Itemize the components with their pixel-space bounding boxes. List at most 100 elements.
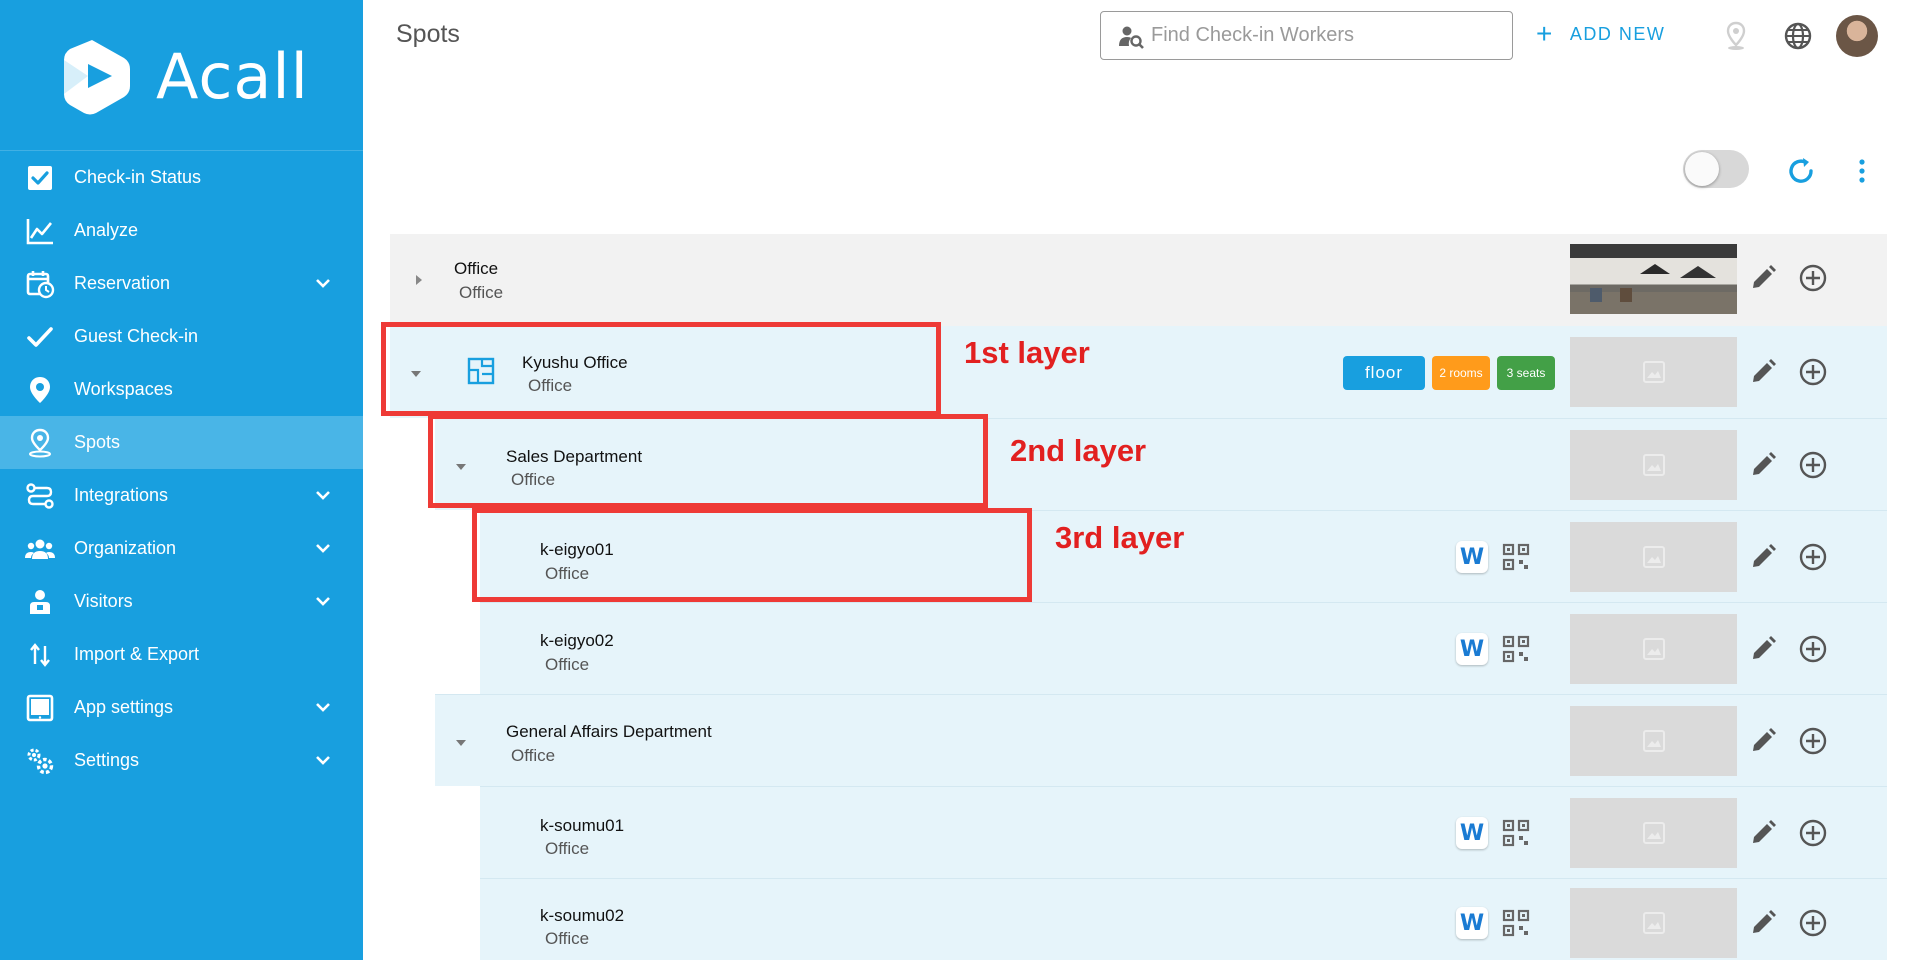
add-circle-icon[interactable]	[1798, 818, 1828, 848]
w-app-icon[interactable]: W	[1456, 907, 1488, 939]
image-placeholder	[1570, 614, 1737, 684]
sidebar-item-label: Guest Check-in	[74, 326, 199, 346]
image-placeholder	[1570, 337, 1737, 407]
sidebar-item-label: Visitors	[74, 591, 133, 611]
sidebar-item-label: Check-in Status	[74, 167, 202, 187]
chevron-down-icon[interactable]	[313, 538, 333, 558]
acall-logo[interactable]: Acall	[62, 36, 309, 116]
layer1-annotation: 1st layer	[964, 335, 1090, 370]
edit-pencil-icon[interactable]	[1749, 635, 1777, 663]
qr-code-icon[interactable]	[1502, 909, 1530, 937]
page-title: Spots	[396, 20, 460, 48]
edit-pencil-icon[interactable]	[1749, 727, 1777, 755]
location-icon[interactable]	[1720, 20, 1752, 52]
chevron-down-icon[interactable]	[313, 273, 333, 293]
caret-down-icon[interactable]	[453, 735, 469, 751]
rooms-badge[interactable]: 2 rooms	[1432, 356, 1490, 390]
image-icon	[1642, 454, 1665, 476]
chevron-down-icon[interactable]	[313, 485, 333, 505]
search-box[interactable]	[1100, 11, 1513, 60]
edit-pencil-icon[interactable]	[1749, 819, 1777, 847]
chevron-down-icon[interactable]	[313, 750, 333, 770]
image-icon	[1642, 638, 1665, 660]
layer3-highlight-box	[472, 508, 1032, 602]
w-app-icon[interactable]: W	[1456, 633, 1488, 665]
sidebar-item-visitors[interactable]: Visitors	[0, 575, 363, 628]
user-avatar[interactable]	[1836, 15, 1878, 57]
tree-row-general-affairs-department[interactable]: General Affairs Department Office	[435, 694, 1887, 786]
sidebar-item-label: Spots	[74, 432, 121, 452]
w-app-icon[interactable]: W	[1456, 541, 1488, 573]
checkbox-icon	[24, 162, 56, 194]
image-icon	[1642, 822, 1665, 844]
row-title: Office	[454, 259, 499, 278]
tree-row-k-soumu01[interactable]: k-soumu01 Office W	[480, 786, 1887, 878]
app-name: Acall	[156, 39, 309, 113]
add-circle-icon[interactable]	[1798, 726, 1828, 756]
chevron-down-icon[interactable]	[313, 591, 333, 611]
line-chart-icon	[24, 215, 56, 247]
more-vertical-icon[interactable]	[1850, 154, 1874, 188]
caret-right-icon[interactable]	[411, 272, 427, 288]
search-input[interactable]	[1151, 24, 1491, 47]
view-toggle[interactable]	[1683, 150, 1749, 188]
add-circle-icon[interactable]	[1798, 542, 1828, 572]
add-circle-icon[interactable]	[1798, 450, 1828, 480]
tree-row-office[interactable]: Office Office	[390, 234, 1887, 326]
sidebar-item-spots[interactable]: Spots	[0, 416, 363, 469]
image-placeholder	[1570, 888, 1737, 958]
edit-pencil-icon[interactable]	[1749, 543, 1777, 571]
row-title: k-soumu02	[540, 906, 625, 925]
add-circle-icon[interactable]	[1798, 263, 1828, 293]
edit-pencil-icon[interactable]	[1749, 358, 1777, 386]
qr-code-icon[interactable]	[1502, 635, 1530, 663]
edit-pencil-icon[interactable]	[1749, 909, 1777, 937]
layer3-annotation: 3rd layer	[1055, 520, 1185, 555]
sidebar-item-label: App settings	[74, 697, 174, 717]
add-circle-icon[interactable]	[1798, 908, 1828, 938]
seats-badge[interactable]: 3 seats	[1497, 356, 1555, 390]
qr-code-icon[interactable]	[1502, 819, 1530, 847]
sidebar-item-label: Workspaces	[74, 379, 173, 399]
sidebar-item-integrations[interactable]: Integrations	[0, 469, 363, 522]
edit-pencil-icon[interactable]	[1749, 451, 1777, 479]
image-placeholder	[1570, 430, 1737, 500]
person-search-icon	[1119, 26, 1144, 49]
w-app-icon[interactable]: W	[1456, 817, 1488, 849]
image-placeholder	[1570, 798, 1737, 868]
add-circle-icon[interactable]	[1798, 634, 1828, 664]
integration-icon	[24, 480, 56, 512]
sidebar-item-settings[interactable]: Settings	[0, 734, 363, 787]
sidebar-item-organization[interactable]: Organization	[0, 522, 363, 575]
spot-photo	[1570, 244, 1737, 314]
tree-row-k-eigyo02[interactable]: k-eigyo02 Office W	[480, 602, 1887, 694]
sidebar-item-check-in-status[interactable]: Check-in Status	[0, 151, 363, 204]
sidebar-item-workspaces[interactable]: Workspaces	[0, 363, 363, 416]
tree-row-k-soumu02[interactable]: k-soumu02 Office W	[480, 878, 1887, 960]
image-icon	[1642, 546, 1665, 568]
row-title: k-eigyo02	[540, 631, 614, 650]
sidebar-item-label: Integrations	[74, 485, 169, 505]
sidebar-item-label: Import & Export	[74, 644, 200, 664]
row-title: General Affairs Department	[506, 722, 712, 741]
qr-code-icon[interactable]	[1502, 543, 1530, 571]
chevron-down-icon[interactable]	[313, 697, 333, 717]
floor-badge[interactable]: floor	[1343, 356, 1425, 390]
edit-pencil-icon[interactable]	[1749, 264, 1777, 292]
location-pin-icon	[24, 374, 56, 406]
sidebar-item-label: Analyze	[74, 220, 139, 240]
sidebar-item-import-export[interactable]: Import & Export	[0, 628, 363, 681]
sidebar-item-label: Settings	[74, 750, 140, 770]
add-new-button[interactable]: + ADD NEW	[1536, 20, 1665, 48]
sidebar-item-label: Reservation	[74, 273, 171, 293]
add-new-label: ADD NEW	[1569, 23, 1666, 44]
refresh-icon[interactable]	[1784, 154, 1818, 188]
sidebar-item-reservation[interactable]: Reservation	[0, 257, 363, 310]
globe-icon[interactable]	[1782, 20, 1814, 52]
add-circle-icon[interactable]	[1798, 357, 1828, 387]
row-subtitle: Office	[545, 655, 590, 674]
import-export-icon	[24, 639, 56, 671]
sidebar-item-guest-check-in[interactable]: Guest Check-in	[0, 310, 363, 363]
sidebar-item-app-settings[interactable]: App settings	[0, 681, 363, 734]
sidebar-item-analyze[interactable]: Analyze	[0, 204, 363, 257]
